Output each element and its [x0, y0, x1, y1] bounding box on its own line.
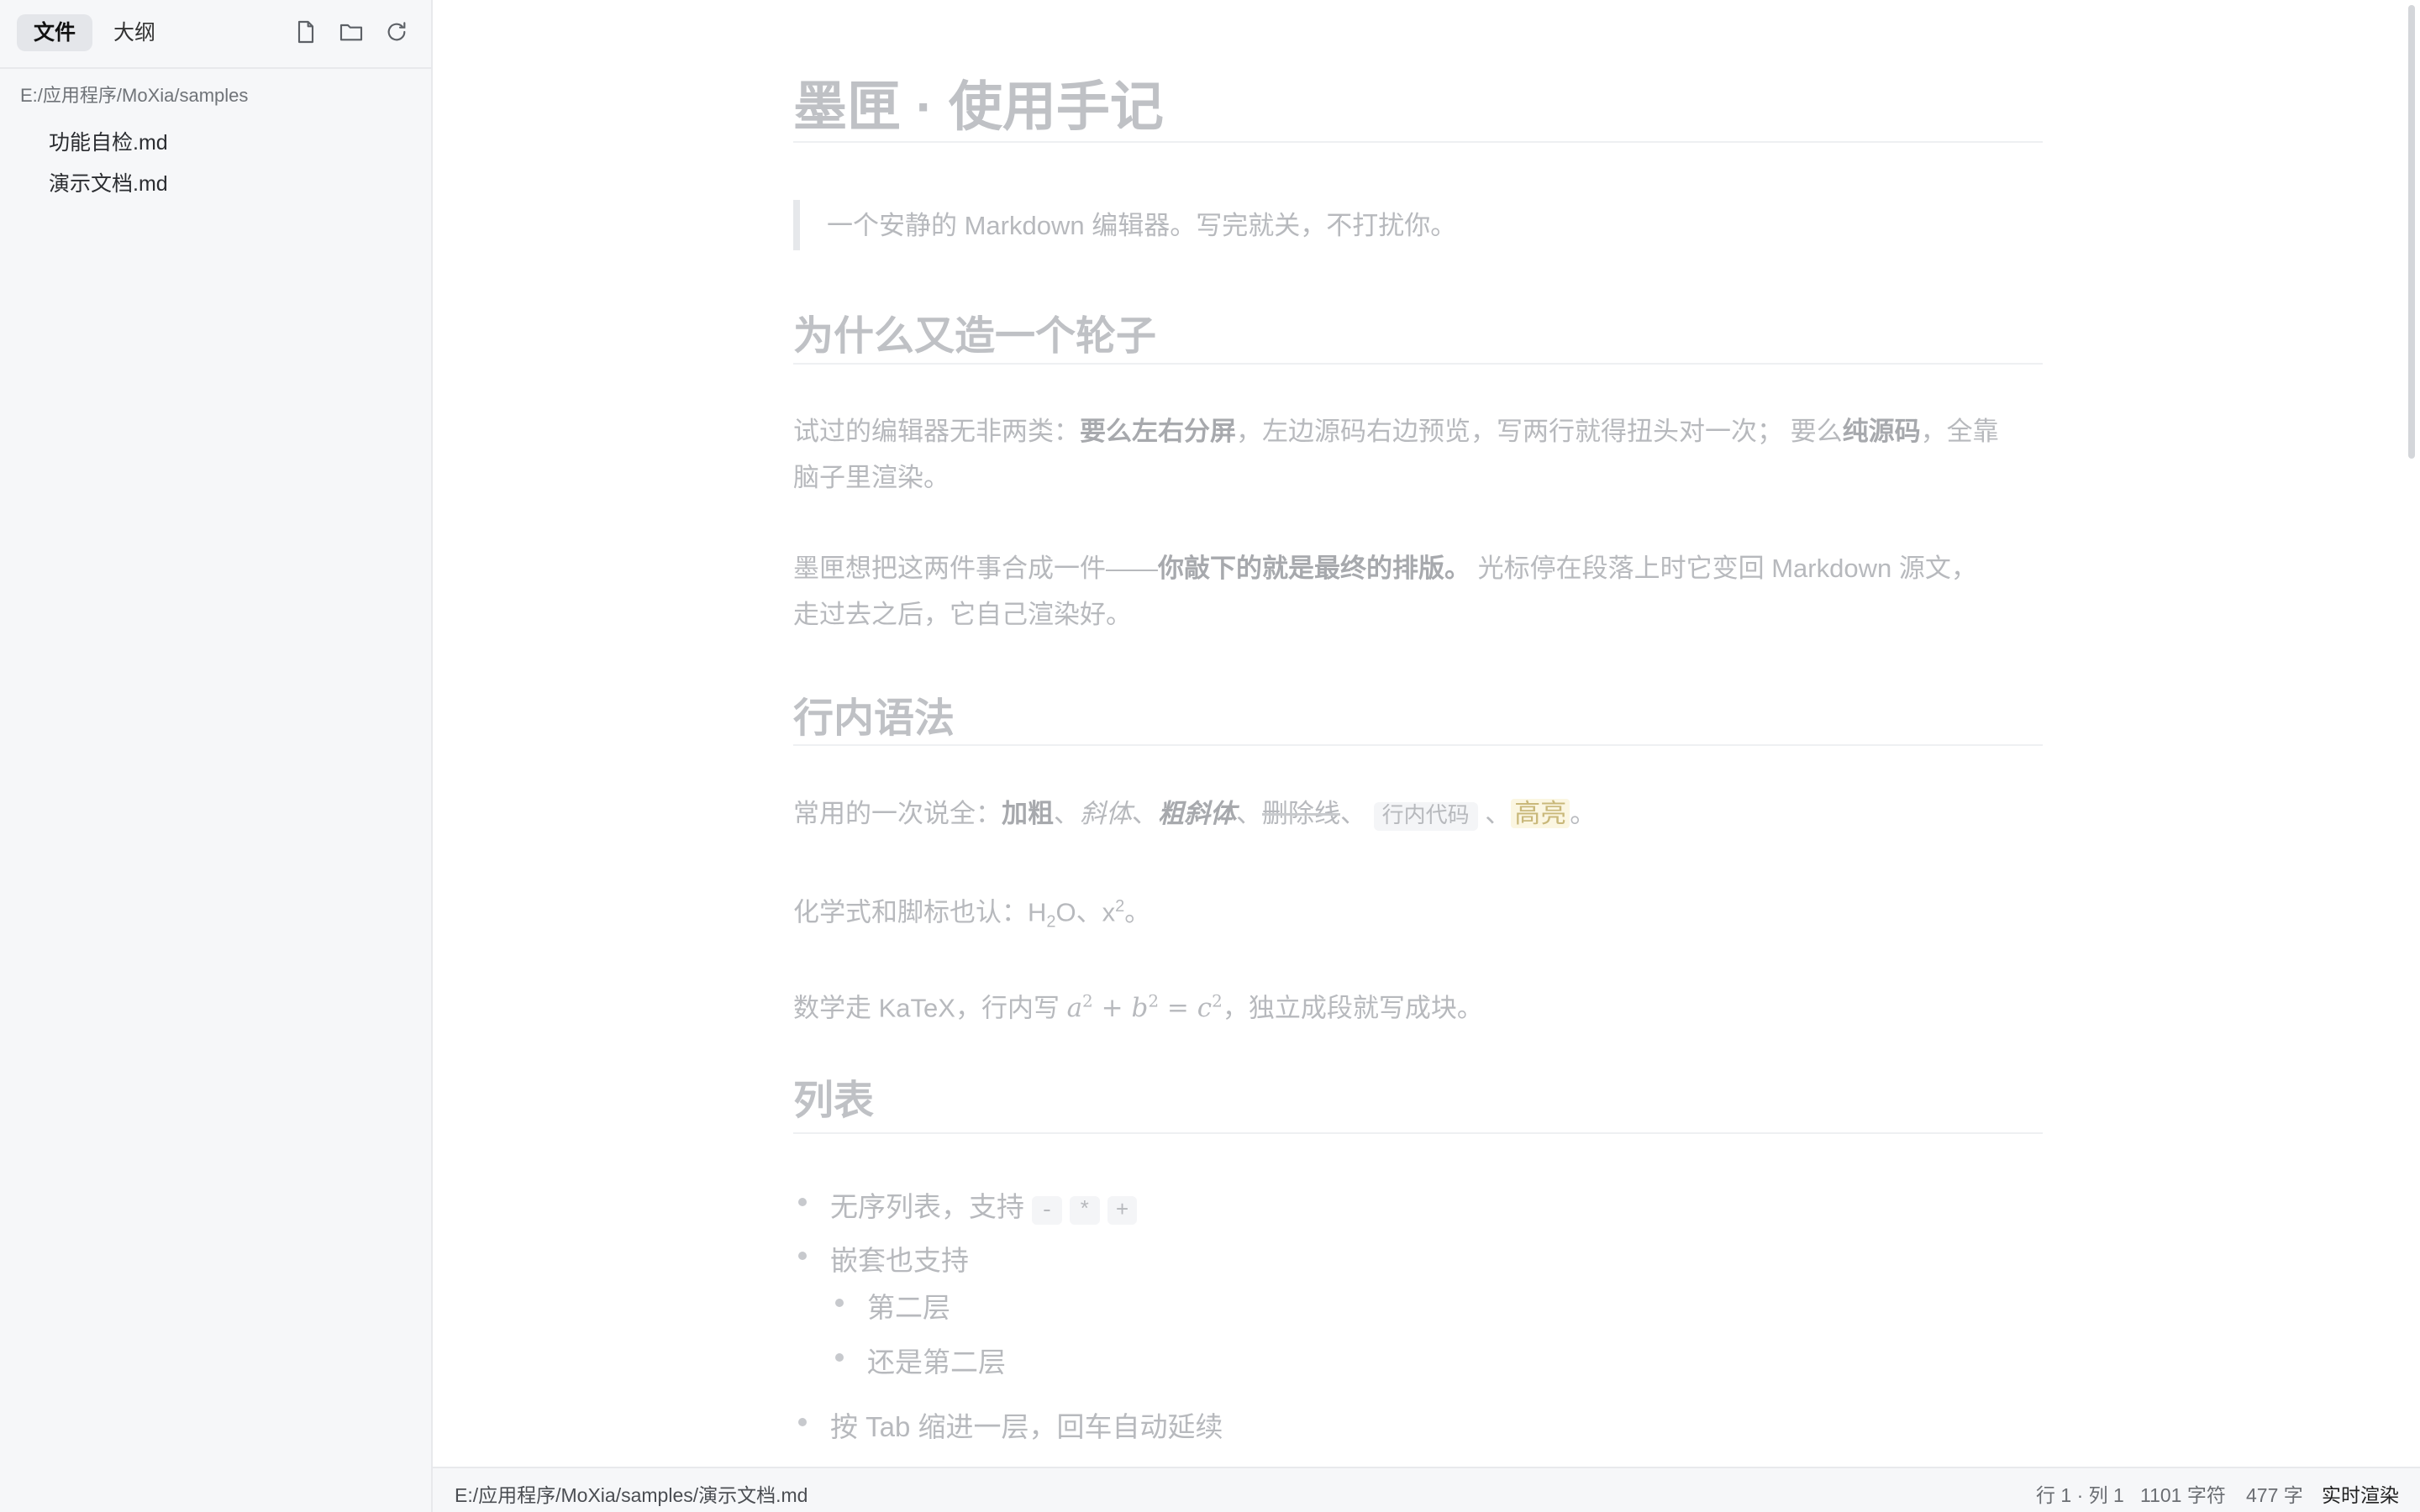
text: 数学走 KaTeX，行内写 [793, 993, 1067, 1023]
sidebar: 文件 大纲 E:/应用程序/MoXia/samples 功能自检.md 演示文档… [0, 0, 433, 1512]
bold-text: 要么左右分屏 [1080, 417, 1236, 446]
char-count: 1101 字符 [2140, 1484, 2226, 1506]
open-folder-icon[interactable] [338, 18, 365, 45]
blockquote: 一个安静的 Markdown 编辑器。写完就关，不打扰你。 [827, 211, 1457, 240]
cursor-position: 行 1 · 列 1 [2036, 1484, 2124, 1506]
strike-text: 删除线 [1262, 799, 1340, 828]
text: 化学式和脚标也认： [793, 897, 1028, 927]
text: 试过的编辑器无非两类： [793, 417, 1080, 446]
scrollbar[interactable] [2403, 0, 2420, 1467]
text: O [1055, 897, 1076, 927]
file-item[interactable]: 演示文档.md [39, 165, 408, 202]
text: ，独立成段就写成块。 [1222, 993, 1483, 1023]
separator: 、 [1054, 799, 1080, 828]
sidebar-header: 文件 大纲 [0, 0, 431, 69]
status-bar: E:/应用程序/MoXia/samples/演示文档.md 行 1 · 列 1 … [433, 1467, 2420, 1512]
paragraph-math: 数学走 KaTeX，行内写 a2 + b2 = c2，独立成段就写成块。 [793, 979, 2043, 1032]
new-file-icon[interactable] [292, 18, 319, 45]
inline-code: + [1107, 1196, 1138, 1225]
tab-files[interactable]: 文件 [17, 14, 92, 51]
bullet [798, 1252, 807, 1260]
text: H [1028, 897, 1047, 927]
blockquote-bar [793, 200, 800, 250]
bold-text: 纯源码 [1842, 417, 1921, 446]
bold-text: 你敲下的就是最终的排版。 [1158, 554, 1470, 583]
folder-path: E:/应用程序/MoXia/samples [20, 85, 249, 106]
paragraph-why-2: 墨匣想把这两件事合成一件——你敲下的就是最终的排版。 光标停在段落上时它变回 M… [793, 545, 2043, 638]
list-item-text: 无序列表，支持 [830, 1191, 1024, 1222]
word-count: 477 字 [2246, 1484, 2303, 1506]
doc-title: 墨匣 · 使用手记 [793, 76, 1164, 137]
bold-italic-text: 粗斜体 [1158, 799, 1236, 828]
separator: 、 [1340, 799, 1366, 828]
status-file-path: E:/应用程序/MoXia/samples/演示文档.md [455, 1484, 808, 1506]
inline-code: - [1032, 1196, 1062, 1225]
text: ，全靠 [1920, 417, 1999, 446]
text: 常用的一次说全： [793, 799, 1002, 828]
tab-outline[interactable]: 大纲 [101, 14, 168, 51]
list-item: 还是第二层 [867, 1347, 1006, 1378]
text: 。 [1124, 897, 1151, 927]
paragraph-why-1: 试过的编辑器无非两类：要么左右分屏，左边源码右边预览，写两行就得扭头对一次； 要… [793, 408, 2043, 501]
separator: 、 [1485, 799, 1512, 828]
file-item[interactable]: 功能自检.md [39, 124, 408, 161]
divider [793, 744, 2043, 746]
text: 。 [1570, 799, 1597, 828]
paragraph-chem: 化学式和脚标也认：H2O、x2。 [793, 884, 2043, 946]
text: 墨匣想把这两件事合成一件—— [793, 554, 1158, 583]
text: 走过去之后，它自己渲染好。 [793, 600, 1132, 629]
divider [793, 141, 2043, 143]
inline-math: a2 + b2 = c2 [1066, 991, 1223, 1024]
heading-inline: 行内语法 [793, 696, 955, 741]
highlight-text: 高亮 [1511, 799, 1570, 828]
divider [793, 1132, 2043, 1134]
separator: 、 [1076, 897, 1102, 927]
superscript: 2 [1115, 897, 1125, 916]
separator: 、 [1132, 799, 1158, 828]
divider [793, 363, 2043, 365]
text: x [1102, 897, 1116, 927]
list-item: 按 Tab 缩进一层，回车自动延续 [830, 1411, 1223, 1442]
editor-area[interactable]: 墨匣 · 使用手记 一个安静的 Markdown 编辑器。写完就关，不打扰你。 … [433, 0, 2403, 1467]
subscript: 2 [1046, 912, 1056, 932]
paragraph-inline: 常用的一次说全：加粗、斜体、粗斜体、删除线、 行内代码 、高亮。 [793, 790, 2043, 840]
heading-list: 列表 [793, 1079, 875, 1123]
text: 光标停在段落上时它变回 Markdown 源文， [1470, 554, 1977, 583]
bold-text: 加粗 [1002, 799, 1054, 828]
italic-text: 斜体 [1080, 799, 1132, 828]
bullet [798, 1198, 807, 1206]
list-item: 无序列表，支持 - * + [830, 1184, 1138, 1225]
bullet [835, 1299, 844, 1307]
text: ，左边源码右边预览，写两行就得扭头对一次； 要么 [1236, 417, 1843, 446]
list-item: 嵌套也支持 [830, 1245, 969, 1276]
refresh-icon[interactable] [383, 18, 410, 45]
list-item: 第二层 [867, 1292, 950, 1323]
inline-code: * [1069, 1196, 1100, 1225]
bullet [798, 1418, 807, 1426]
scrollbar-thumb[interactable] [2408, 5, 2415, 459]
text: 脑子里渲染。 [793, 463, 950, 492]
render-mode-button[interactable]: 实时渲染 [2322, 1479, 2399, 1508]
separator: 、 [1236, 799, 1262, 828]
inline-code: 行内代码 [1373, 802, 1478, 831]
heading-why: 为什么又造一个轮子 [793, 314, 1157, 359]
bullet [835, 1353, 844, 1362]
